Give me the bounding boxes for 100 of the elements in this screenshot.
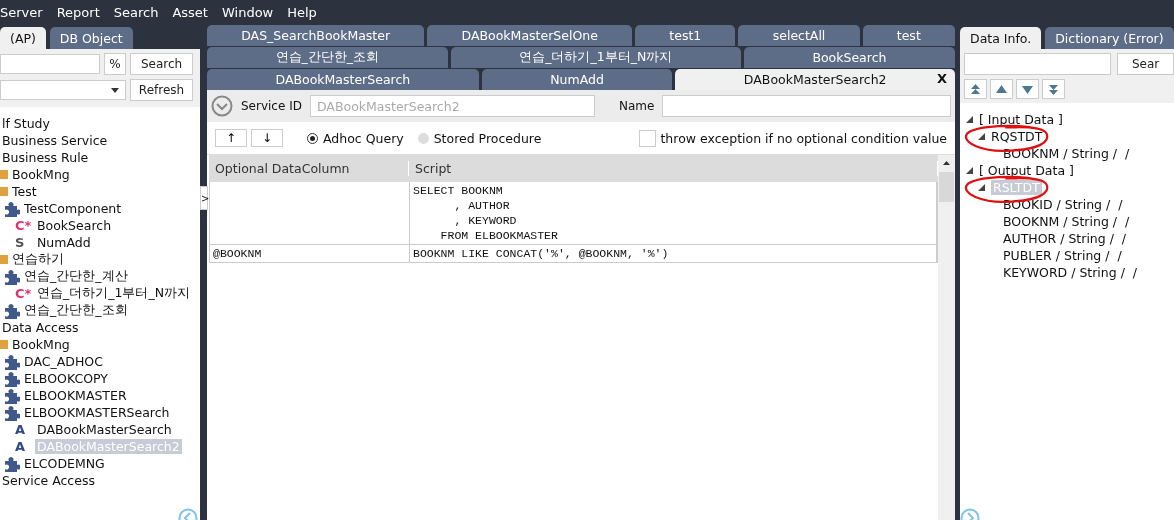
tree-item[interactable]: ELBOOKCOPY [22,371,110,386]
type-letter: S [15,235,26,250]
service-id-label: Service ID [241,99,302,113]
tree-item[interactable]: ELBOOKMASTERSearch [22,405,172,420]
panel-tab[interactable]: (AP) [0,27,46,49]
editor-tab[interactable]: DABookMasterSearch2 X [675,69,955,90]
table-cell: BOOKNM LIKE CONCAT('%', @BOOKNM, '%') [410,245,937,262]
name-field[interactable] [662,95,951,117]
puzzle-icon [3,404,20,421]
tree-item[interactable]: Business Rule [0,150,91,165]
name-label: Name [618,99,655,113]
tree-item[interactable]: 연습하기 [10,251,66,268]
checkbox[interactable] [639,129,657,147]
tree-item[interactable]: Test [10,184,39,199]
tree-item[interactable]: [ Input Data ] [979,112,1063,127]
editor-tab[interactable]: 연습_간단한_조회 [207,47,448,68]
move-bottom-button[interactable] [1042,79,1065,99]
radio-label: Stored Procedure [433,130,542,146]
tree-item[interactable]: BOOKNM / String / / [1003,214,1130,229]
type-letter: A [15,422,27,437]
tree-item[interactable]: 연습_더하기_1부터_N까지 [35,285,193,302]
collapse-chevron-icon[interactable] [211,95,233,117]
puzzle-icon [3,387,20,404]
table-cell: @BOOKNM [210,245,410,262]
panel-tab[interactable]: Data Info. [960,27,1042,49]
tree-item[interactable]: DAC_ADHOC [22,354,105,369]
up-arrow-icon [995,82,1008,96]
puzzle-icon [3,455,20,472]
editor-tab[interactable]: DAS_SearchBookMaster [207,25,425,46]
tree-item[interactable]: Business Service [0,133,110,148]
tree-item[interactable]: 연습_간단한_조회 [22,302,130,319]
move-down-button[interactable]: ↓ [251,129,283,147]
radio-label: Adhoc Query [323,130,404,146]
panel-tab[interactable]: Dictionary (Error) [1045,27,1174,49]
tree-item[interactable]: [ Output Data ] [979,163,1074,178]
editor-tab[interactable]: BookSearch [743,47,955,68]
move-up-button[interactable]: ↑ [215,129,247,147]
wildcard-button[interactable]: % [104,53,126,75]
tree-item[interactable]: PUBLER / String / / [1003,248,1122,263]
puzzle-icon [3,370,20,387]
editor-tab[interactable]: NumAdd [481,69,673,90]
close-tab-button[interactable]: X [937,71,947,86]
puzzle-icon [3,302,20,319]
search-button[interactable]: Search [130,53,193,75]
radio-button[interactable] [307,132,318,144]
move-down-button[interactable] [1016,79,1039,99]
panel-tab[interactable]: DB Object [49,27,133,49]
scrollbar-thumb[interactable] [939,172,954,202]
tree-item[interactable]: BookMng [10,167,72,182]
puzzle-icon [3,268,20,285]
checkbox-label: throw exception if no optional condition value [660,130,947,146]
puzzle-icon [3,200,20,217]
editor-tab[interactable]: DABookMasterSearch [207,69,479,90]
type-letter: C* [15,286,33,301]
scrollbar[interactable] [938,155,955,520]
tree-item[interactable]: KEYWORD / String / / [1003,265,1138,280]
folder-icon [0,255,8,264]
search-field[interactable] [964,53,1111,75]
tree-item[interactable]: ELCODEMNG [22,456,107,471]
menu-item[interactable]: Help [287,4,317,20]
type-letter: A [15,439,27,454]
expander-icon[interactable] [978,133,985,140]
refresh-button[interactable]: Refresh [130,79,193,101]
editor-tab[interactable]: selectAll [738,25,860,46]
menu-item[interactable]: Window [221,4,274,20]
tree-item[interactable]: 연습_간단한_계산 [22,268,130,285]
menu-item[interactable]: Server [0,4,43,20]
menu-item[interactable]: Asset [172,4,208,20]
expander-icon[interactable] [966,167,973,174]
editor-tab[interactable]: 연습_더하기_1부터_N까지 [450,47,741,68]
editor-tab[interactable]: test [862,25,955,46]
table-cell: SELECT BOOKNM , AUTHOR , KEYWORD FROM ELBOOKMASTER [410,182,937,244]
expander-icon[interactable] [966,116,973,123]
tree-item[interactable]: Data Access [0,320,81,335]
tree-item[interactable]: RQSTDT [991,129,1043,144]
tree-item[interactable]: BookSearch [35,218,114,233]
filter-dropdown[interactable] [0,80,126,100]
column-header[interactable]: Optional DataColumn [209,161,409,176]
move-top-button[interactable] [964,79,987,99]
type-letter: C* [15,218,33,233]
search-field[interactable] [0,54,100,74]
search-button[interactable]: Sear [1116,53,1174,75]
tree-item[interactable]: ELBOOKMASTER [22,388,129,403]
tree-item[interactable]: DABookMasterSearch [35,422,174,437]
folder-icon [0,340,8,349]
expander-icon[interactable] [978,184,985,191]
double-down-arrow-icon [1047,82,1060,96]
tree-item[interactable]: TestComponent [22,201,124,216]
tree-item[interactable]: lf Study [0,116,52,131]
tree-item[interactable]: BookMng [10,337,72,352]
menu-item[interactable]: Report [56,4,100,20]
tree-item[interactable]: Service Access [0,473,97,488]
editor-tab[interactable]: test1 [635,25,736,46]
double-up-arrow-icon [969,82,982,96]
move-up-button[interactable] [990,79,1013,99]
editor-tab[interactable]: DABookMasterSelOne [427,25,633,46]
tree-item[interactable]: AUTHOR / String / / [1003,231,1127,246]
menu-item[interactable]: Search [113,4,159,20]
dropdown-caret-icon [111,87,119,93]
tree-item[interactable]: NumAdd [35,235,93,250]
